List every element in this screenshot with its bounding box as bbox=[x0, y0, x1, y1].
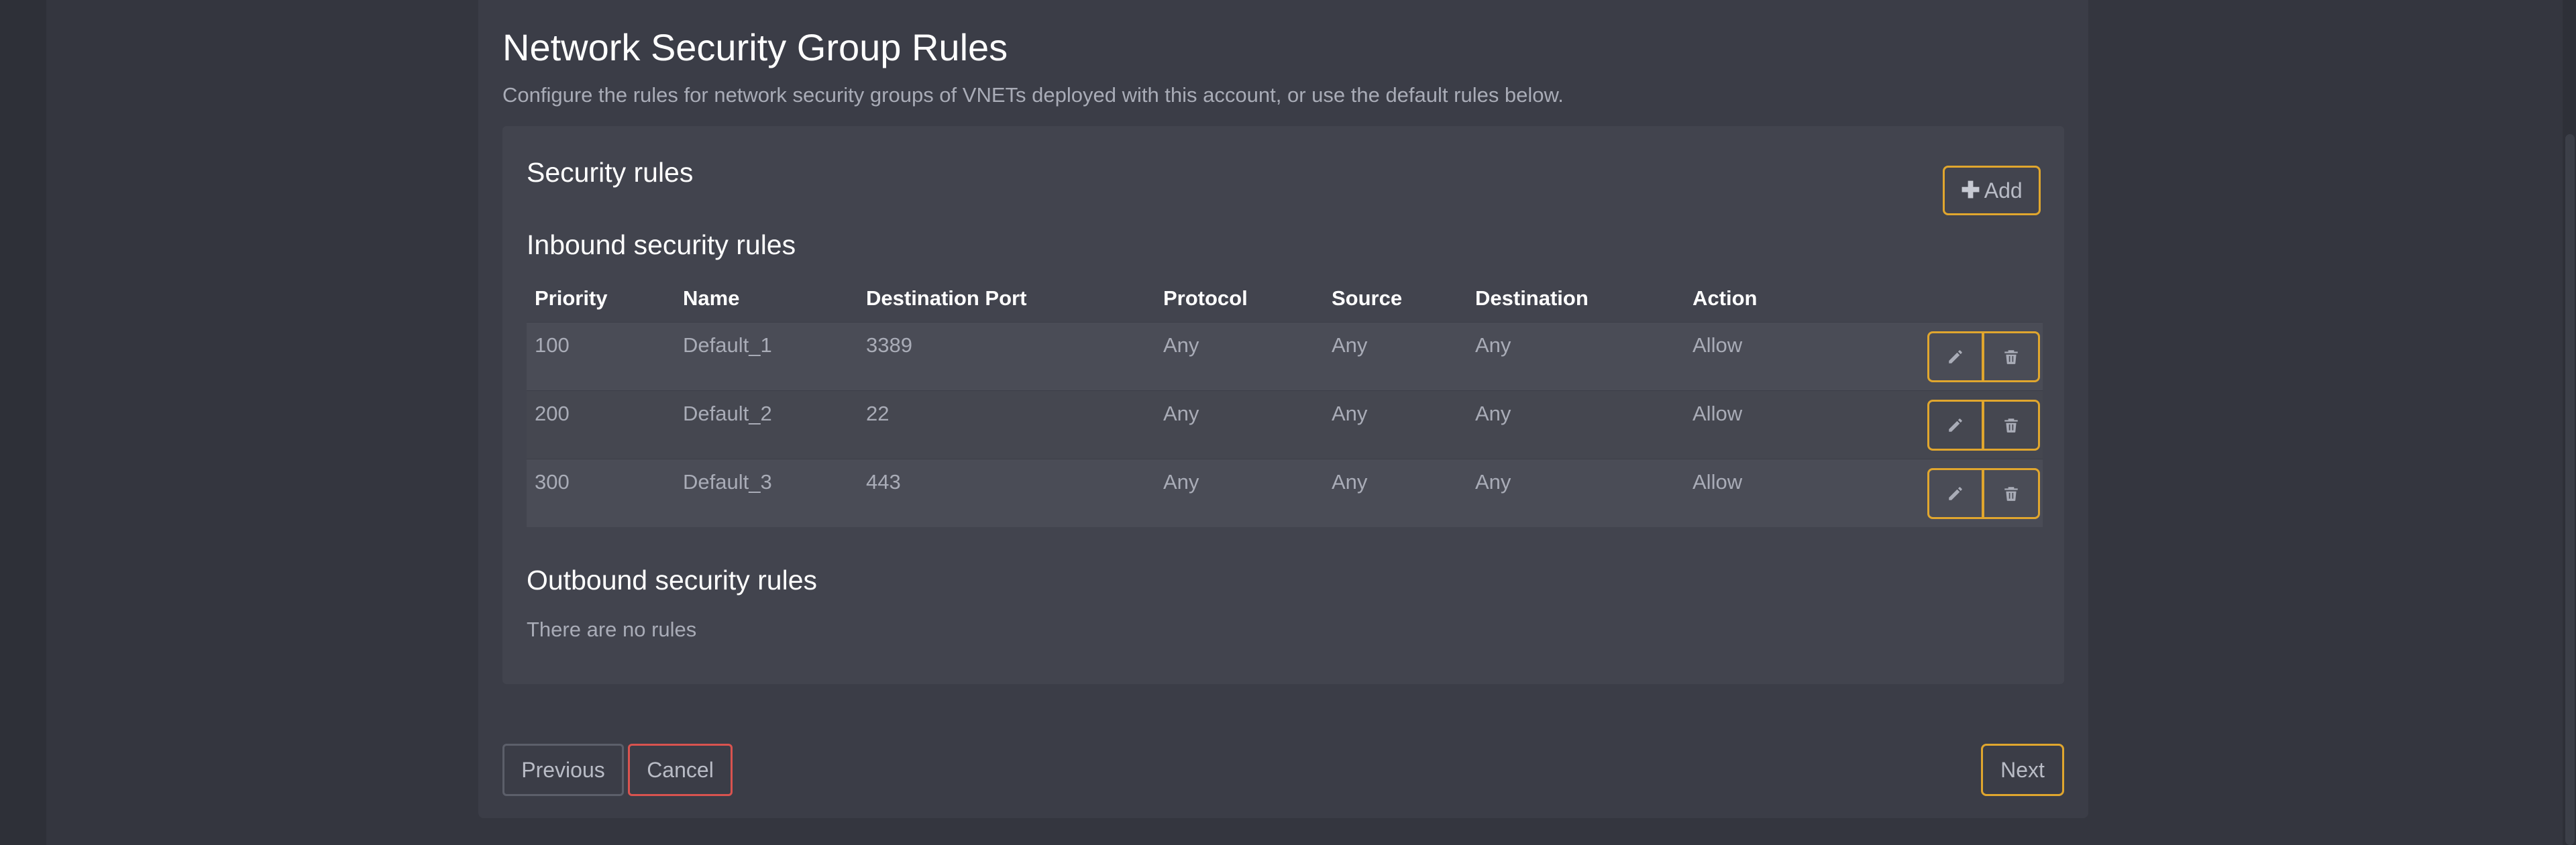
cell-source: Any bbox=[1332, 470, 1368, 494]
column-header-name: Name bbox=[683, 286, 740, 310]
inbound-rules-title: Inbound security rules bbox=[527, 229, 796, 260]
cell-destination-port: 443 bbox=[866, 470, 901, 494]
cell-source: Any bbox=[1332, 402, 1368, 425]
delete-rule-button[interactable] bbox=[1984, 468, 2040, 519]
column-header-destination-port: Destination Port bbox=[866, 286, 1027, 310]
pencil-icon bbox=[1949, 487, 1962, 500]
table-body: 100 Default_1 3389 Any Any Any Allow 200… bbox=[527, 322, 2043, 527]
add-rule-button[interactable]: ✚ Add bbox=[1943, 166, 2041, 215]
table-row: 300 Default_3 443 Any Any Any Allow bbox=[527, 459, 2043, 527]
page-description: Configure the rules for network security… bbox=[502, 83, 1564, 107]
table-row: 100 Default_1 3389 Any Any Any Allow bbox=[527, 322, 2043, 390]
edit-rule-button[interactable] bbox=[1927, 468, 1984, 519]
plus-icon: ✚ bbox=[1961, 178, 1980, 203]
cell-name: Default_3 bbox=[683, 470, 772, 494]
wizard-panel: Network Security Group Rules Configure t… bbox=[478, 0, 2088, 818]
trash-icon bbox=[2004, 350, 2018, 364]
pencil-icon bbox=[1949, 418, 1962, 432]
add-rule-label: Add bbox=[1984, 178, 2023, 203]
cell-destination: Any bbox=[1475, 402, 1511, 425]
edit-rule-button[interactable] bbox=[1927, 331, 1984, 382]
column-header-protocol: Protocol bbox=[1163, 286, 1248, 310]
row-actions bbox=[1927, 400, 2040, 451]
scrollbar[interactable] bbox=[2563, 0, 2576, 845]
cell-destination-port: 3389 bbox=[866, 333, 912, 357]
cell-priority: 300 bbox=[535, 470, 570, 494]
previous-button[interactable]: Previous bbox=[502, 744, 624, 796]
page-title: Network Security Group Rules bbox=[502, 26, 1008, 68]
cell-action: Allow bbox=[1693, 402, 1743, 425]
row-actions bbox=[1927, 468, 2040, 519]
cell-source: Any bbox=[1332, 333, 1368, 357]
column-header-priority: Priority bbox=[535, 286, 608, 310]
cell-action: Allow bbox=[1693, 470, 1743, 494]
trash-icon bbox=[2004, 418, 2018, 433]
cell-protocol: Any bbox=[1163, 333, 1199, 357]
cell-action: Allow bbox=[1693, 333, 1743, 357]
cell-priority: 100 bbox=[535, 333, 570, 357]
table-header: Priority Name Destination Port Protocol … bbox=[527, 275, 2043, 322]
cell-protocol: Any bbox=[1163, 402, 1199, 425]
security-rules-card: Security rules ✚ Add Inbound security ru… bbox=[502, 126, 2064, 684]
column-header-source: Source bbox=[1332, 286, 1403, 310]
delete-rule-button[interactable] bbox=[1984, 400, 2040, 451]
edit-rule-button[interactable] bbox=[1927, 400, 1984, 451]
pencil-icon bbox=[1949, 350, 1962, 363]
security-rules-title: Security rules bbox=[527, 157, 694, 188]
outbound-empty-text: There are no rules bbox=[527, 618, 697, 641]
delete-rule-button[interactable] bbox=[1984, 331, 2040, 382]
outbound-rules-title: Outbound security rules bbox=[527, 565, 818, 596]
cancel-button[interactable]: Cancel bbox=[628, 744, 733, 796]
inbound-rules-table: Priority Name Destination Port Protocol … bbox=[527, 275, 2043, 527]
cell-name: Default_2 bbox=[683, 402, 772, 425]
trash-icon bbox=[2004, 487, 2018, 501]
cell-destination: Any bbox=[1475, 333, 1511, 357]
column-header-destination: Destination bbox=[1475, 286, 1589, 310]
scrollbar-thumb[interactable] bbox=[2565, 134, 2575, 845]
cell-name: Default_1 bbox=[683, 333, 772, 357]
row-actions bbox=[1927, 331, 2040, 382]
cell-priority: 200 bbox=[535, 402, 570, 425]
cell-protocol: Any bbox=[1163, 470, 1199, 494]
cell-destination: Any bbox=[1475, 470, 1511, 494]
table-row: 200 Default_2 22 Any Any Any Allow bbox=[527, 390, 2043, 459]
column-header-action: Action bbox=[1693, 286, 1758, 310]
next-button[interactable]: Next bbox=[1981, 744, 2064, 796]
cell-destination-port: 22 bbox=[866, 402, 890, 425]
